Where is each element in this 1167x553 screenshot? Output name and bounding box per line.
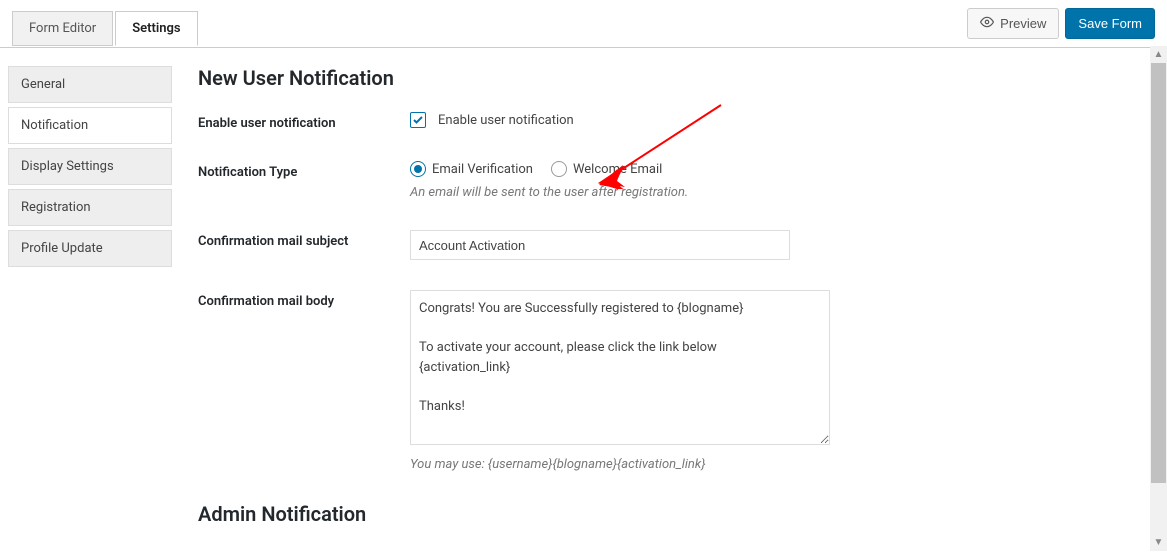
preview-label: Preview bbox=[1000, 16, 1046, 31]
sidebar-item-notification[interactable]: Notification bbox=[8, 107, 172, 144]
mail-body-hint: You may use: {username}{blogname}{activa… bbox=[410, 457, 1143, 472]
settings-sidebar: General Notification Display Settings Re… bbox=[0, 48, 180, 279]
notification-type-radio-group: Email Verification Welcome Email bbox=[410, 161, 1143, 177]
sidebar-item-profile-update[interactable]: Profile Update bbox=[8, 230, 172, 267]
mail-body-textarea[interactable]: Congrats! You are Successfully registere… bbox=[410, 290, 830, 445]
eye-icon bbox=[980, 15, 994, 32]
save-form-button[interactable]: Save Form bbox=[1065, 8, 1155, 39]
radio-icon bbox=[551, 161, 567, 177]
notification-type-hint: An email will be sent to the user after … bbox=[410, 185, 1143, 200]
scroll-down-icon[interactable]: ▼ bbox=[1150, 534, 1167, 551]
admin-section-title: Admin Notification bbox=[198, 502, 1143, 526]
tab-settings[interactable]: Settings bbox=[115, 11, 197, 46]
label-notification-type: Notification Type bbox=[198, 161, 410, 180]
label-mail-body: Confirmation mail body bbox=[198, 290, 410, 309]
content-area: New User Notification Enable user notifi… bbox=[180, 48, 1167, 553]
label-enable-notification: Enable user notification bbox=[198, 112, 410, 131]
radio-icon bbox=[410, 161, 426, 177]
sidebar-item-registration[interactable]: Registration bbox=[8, 189, 172, 226]
label-mail-subject: Confirmation mail subject bbox=[198, 230, 410, 249]
sidebar-item-general[interactable]: General bbox=[8, 66, 172, 103]
radio-welcome-email[interactable]: Welcome Email bbox=[551, 161, 662, 177]
main-panel: General Notification Display Settings Re… bbox=[0, 48, 1167, 553]
scroll-track[interactable]: ▲ ▼ bbox=[1150, 46, 1167, 551]
preview-button[interactable]: Preview bbox=[967, 8, 1059, 39]
radio-email-label: Email Verification bbox=[432, 162, 533, 177]
tab-form-editor[interactable]: Form Editor bbox=[12, 11, 113, 46]
tab-strip: Form Editor Settings bbox=[12, 10, 200, 45]
mail-subject-input[interactable] bbox=[410, 230, 790, 260]
scroll-thumb[interactable] bbox=[1151, 63, 1166, 483]
top-bar: Form Editor Settings Preview Save Form bbox=[0, 0, 1167, 48]
row-enable-notification: Enable user notification Enable user not… bbox=[198, 112, 1143, 131]
radio-email-verification[interactable]: Email Verification bbox=[410, 161, 533, 177]
sidebar-item-display-settings[interactable]: Display Settings bbox=[8, 148, 172, 185]
checkbox-enable-notification[interactable]: Enable user notification bbox=[410, 112, 574, 128]
page-title: New User Notification bbox=[198, 66, 1143, 90]
action-buttons: Preview Save Form bbox=[967, 8, 1155, 47]
row-mail-subject: Confirmation mail subject bbox=[198, 230, 1143, 260]
row-notification-type: Notification Type Email Verification Wel… bbox=[198, 161, 1143, 200]
row-mail-body: Confirmation mail body Congrats! You are… bbox=[198, 290, 1143, 472]
checkbox-enable-label: Enable user notification bbox=[438, 113, 574, 128]
radio-welcome-label: Welcome Email bbox=[573, 162, 662, 177]
check-icon bbox=[410, 112, 426, 128]
scroll-up-icon[interactable]: ▲ bbox=[1150, 46, 1167, 63]
